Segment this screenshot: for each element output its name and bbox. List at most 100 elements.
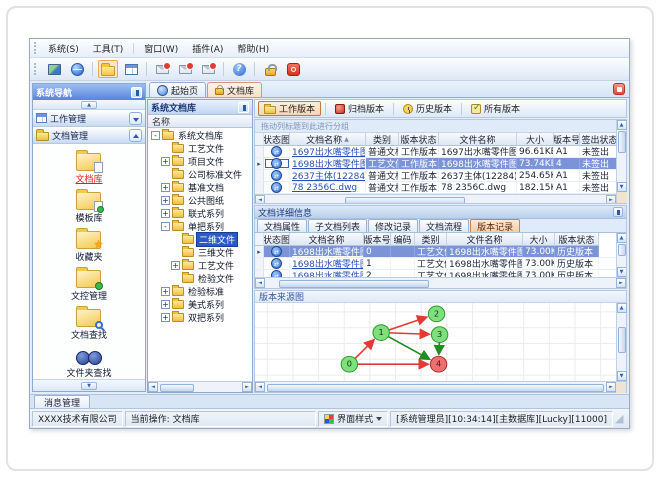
tree-column-header[interactable]: 名称 bbox=[148, 115, 252, 128]
version-filter-1[interactable]: 归档版本 bbox=[330, 101, 389, 116]
scroll-down-icon[interactable]: ▼ bbox=[616, 267, 626, 277]
mail-icon[interactable] bbox=[152, 60, 172, 78]
tree-node-14[interactable]: + 双把系列 bbox=[148, 311, 252, 324]
tree-node-8[interactable]: 二维文件 bbox=[148, 232, 252, 247]
toolbar-grip[interactable] bbox=[34, 63, 37, 75]
sidebar-item-3[interactable]: 文控管理 bbox=[71, 266, 107, 302]
expand-icon[interactable]: + bbox=[161, 196, 170, 205]
table-row[interactable]: ▸1698出水嘴零件图.dwg0工艺文件1698出水嘴零件图.dwg73.00K… bbox=[255, 246, 616, 258]
scroll-up-icon[interactable]: ▲ bbox=[616, 303, 627, 313]
pin-icon[interactable] bbox=[131, 86, 142, 98]
scroll-down-icon[interactable]: ▼ bbox=[616, 371, 627, 381]
sidebar-item-4[interactable]: 文档查找 bbox=[71, 305, 107, 341]
tree-hscrollbar[interactable]: ◄ ► bbox=[148, 381, 252, 392]
column-header[interactable]: 签出状态 bbox=[580, 133, 616, 146]
tab-document-library[interactable]: 文档库 bbox=[207, 82, 263, 97]
table-row[interactable]: 1697出水嘴零件图.dwg普通文档工作版本1697出水嘴零件图.dwg96.6… bbox=[255, 146, 616, 158]
detail-hscrollbar[interactable]: ◄ ► bbox=[255, 277, 626, 288]
scroll-down-icon[interactable]: ▼ bbox=[616, 182, 627, 192]
mail-icon[interactable] bbox=[198, 60, 218, 78]
document-link[interactable]: 1698出水嘴零件图.dwg bbox=[292, 246, 363, 257]
column-header[interactable]: 编码 bbox=[391, 233, 415, 246]
sidebar-item-5[interactable]: 文件夹查找 bbox=[66, 344, 112, 379]
tree-node-5[interactable]: + 公共图纸 bbox=[148, 194, 252, 207]
folder-icon[interactable] bbox=[98, 60, 118, 78]
menu-item-4[interactable]: 帮助(H) bbox=[230, 40, 276, 57]
pin-icon[interactable] bbox=[613, 207, 623, 217]
expand-icon[interactable]: + bbox=[161, 209, 170, 218]
version-filter-2[interactable]: 历史版本 bbox=[398, 101, 457, 116]
detail-tab-2[interactable]: 修改记录 bbox=[368, 219, 419, 233]
menu-item-2[interactable]: 窗口(W) bbox=[137, 40, 185, 57]
scroll-up-icon[interactable]: ▲ bbox=[616, 233, 626, 243]
scroll-left-icon[interactable]: ◄ bbox=[255, 382, 265, 392]
sidebar-item-2[interactable]: 收藏夹 bbox=[75, 227, 103, 263]
collapse-icon[interactable]: - bbox=[161, 222, 170, 231]
screen-icon[interactable] bbox=[44, 60, 64, 78]
document-link[interactable]: 1698出水嘴零件图.dwg bbox=[292, 158, 365, 169]
tree-node-6[interactable]: + 联式系列 bbox=[148, 207, 252, 220]
version-graph-canvas[interactable]: 0 1 2 3 4 bbox=[255, 303, 616, 381]
detail-vscrollbar[interactable]: ▲ ▼ bbox=[616, 233, 626, 277]
scroll-left-icon[interactable]: ◄ bbox=[255, 195, 265, 203]
document-link[interactable]: 1698出水嘴零件图.dwg bbox=[292, 270, 363, 277]
scroll-right-icon[interactable]: ► bbox=[606, 195, 616, 203]
expand-icon[interactable]: + bbox=[161, 157, 170, 166]
column-header[interactable]: 版本号 bbox=[554, 133, 580, 146]
scroll-left-icon[interactable]: ◄ bbox=[255, 278, 265, 288]
column-header[interactable]: 版本号 bbox=[364, 233, 391, 246]
column-header[interactable]: 状态图 bbox=[264, 133, 290, 146]
expand-icon[interactable]: + bbox=[161, 300, 170, 309]
group-by-hint[interactable]: 拖动列标题到此进行分组 bbox=[255, 120, 616, 133]
resize-grip[interactable]: ◢ bbox=[615, 411, 627, 427]
column-header[interactable]: 类别 bbox=[415, 233, 447, 246]
tree-node-1[interactable]: 工艺文件 bbox=[148, 142, 252, 155]
column-header[interactable]: 类别 bbox=[366, 133, 399, 146]
sidebar-group-0[interactable]: 工作管理 bbox=[33, 110, 145, 127]
graph-vscrollbar[interactable]: ▲ ▼ bbox=[616, 303, 627, 381]
pin-icon[interactable] bbox=[238, 101, 249, 113]
tab-message-management[interactable]: 消息管理 bbox=[34, 395, 91, 409]
lock-icon[interactable] bbox=[260, 60, 280, 78]
tree-node-13[interactable]: + 美式系列 bbox=[148, 298, 252, 311]
document-link[interactable]: 2637主体(12284).dwg bbox=[292, 170, 365, 181]
tree-node-9[interactable]: 三维文件 bbox=[148, 246, 252, 259]
graph-hscrollbar[interactable]: ◄ ► bbox=[255, 381, 626, 393]
sidebar-scroll-down[interactable]: ▼ bbox=[33, 379, 145, 391]
sidebar-scroll-up[interactable]: ▲ bbox=[33, 100, 145, 110]
scroll-up-icon[interactable]: ▲ bbox=[616, 120, 627, 130]
close-icon[interactable] bbox=[613, 83, 625, 95]
tree-node-4[interactable]: + 基准文档 bbox=[148, 181, 252, 194]
column-header[interactable]: 文件名称 bbox=[439, 133, 517, 146]
detail-tab-3[interactable]: 文档流程 bbox=[419, 219, 470, 233]
scroll-left-icon[interactable]: ◄ bbox=[148, 382, 158, 392]
tree-node-3[interactable]: 公司标准文件 bbox=[148, 168, 252, 181]
table-row[interactable]: 2637主体(12284).dwg普通文档工作版本2637主体(12284).d… bbox=[255, 170, 616, 182]
tree-node-11[interactable]: 检验文件 bbox=[148, 272, 252, 285]
column-header[interactable]: 文档名称 ▲ bbox=[290, 133, 366, 146]
expand-icon[interactable]: + bbox=[161, 183, 170, 192]
globe-icon[interactable] bbox=[67, 60, 87, 78]
sidebar-item-1[interactable]: 模板库 bbox=[75, 188, 105, 224]
sidebar-item-0[interactable]: 文档库 bbox=[75, 149, 104, 185]
document-link[interactable]: 78 2356C.dwg bbox=[292, 183, 357, 193]
tab-start-page[interactable]: 起始页 bbox=[149, 82, 207, 97]
tree-node-2[interactable]: + 项目文件 bbox=[148, 155, 252, 168]
table-row[interactable]: 1698出水嘴零件图.dwg2工艺文件1698出水嘴零件图.dwg73.00KB… bbox=[255, 270, 616, 277]
scroll-right-icon[interactable]: ► bbox=[242, 382, 252, 392]
table-row[interactable]: 1698出水嘴零件图.dwg1工艺文件1698出水嘴零件图.dwg73.00KB… bbox=[255, 258, 616, 270]
tree-node-0[interactable]: - 系统文档库 bbox=[148, 129, 252, 142]
detail-tab-1[interactable]: 子文档列表 bbox=[308, 219, 368, 233]
sidebar-group-1[interactable]: 文档管理 bbox=[33, 127, 145, 144]
mail-icon[interactable] bbox=[175, 60, 195, 78]
help-icon[interactable] bbox=[229, 60, 249, 78]
document-link[interactable]: 1698出水嘴零件图.dwg bbox=[292, 258, 363, 269]
column-header[interactable]: 版本状态 bbox=[399, 133, 439, 146]
window-icon[interactable] bbox=[121, 60, 141, 78]
menu-grip[interactable] bbox=[34, 42, 37, 54]
interface-style-button[interactable]: 界面样式 bbox=[318, 410, 389, 427]
version-filter-0[interactable]: 工作版本 bbox=[258, 101, 322, 116]
document-link[interactable]: 1697出水嘴零件图.dwg bbox=[292, 146, 365, 157]
column-header[interactable]: 大小 bbox=[517, 133, 554, 146]
column-header[interactable]: 文档名称 bbox=[290, 233, 364, 246]
